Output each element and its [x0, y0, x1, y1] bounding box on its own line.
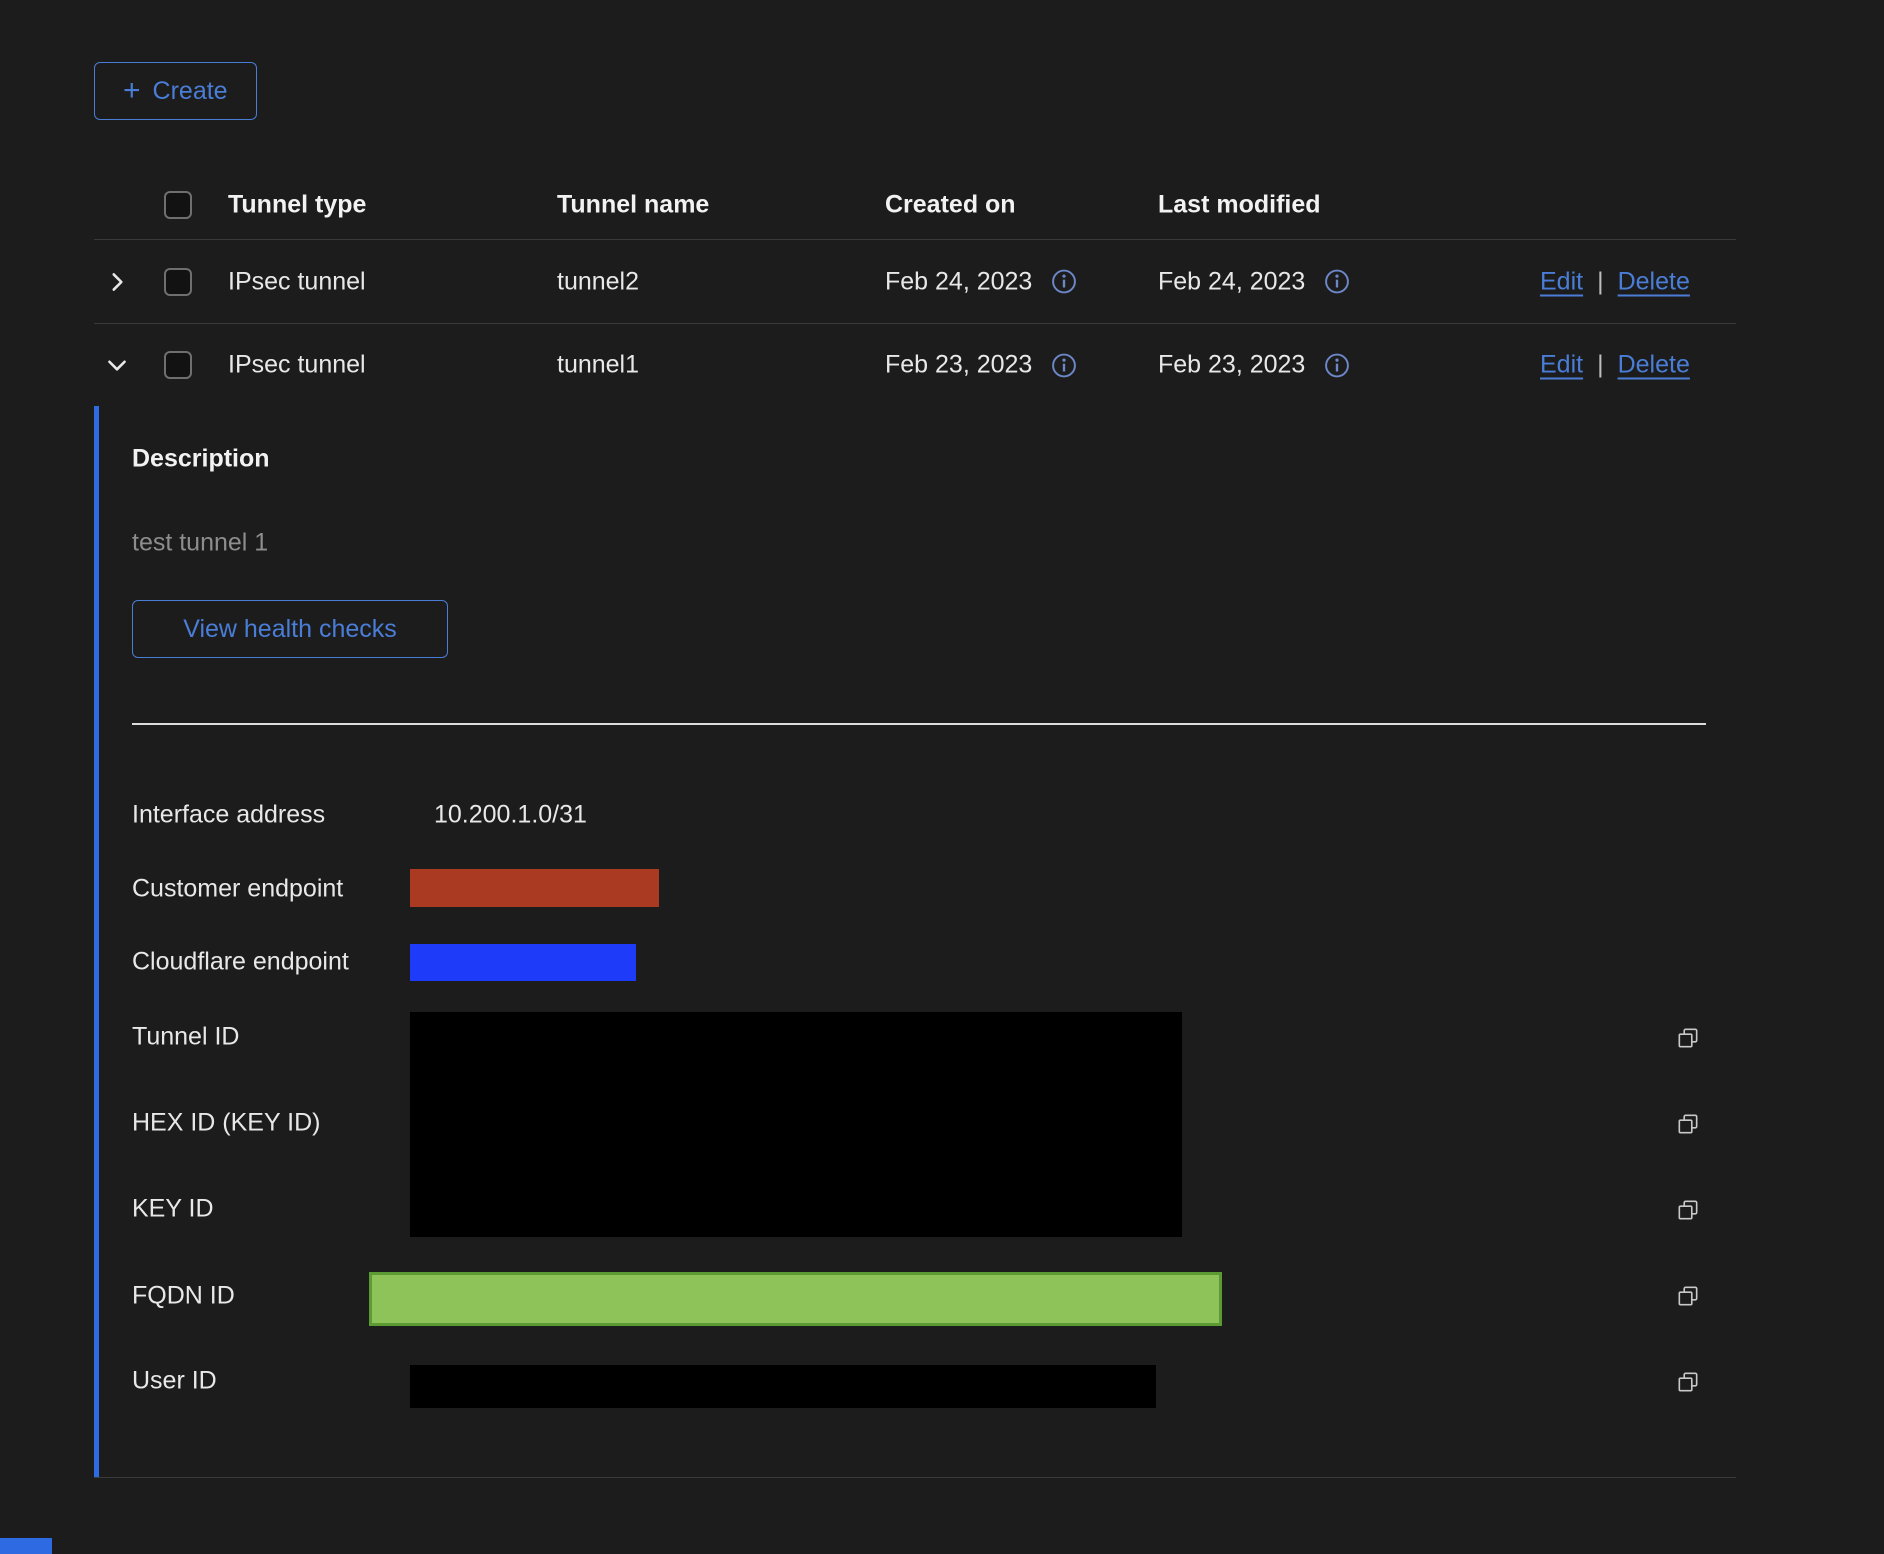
- view-health-checks-button[interactable]: View health checks: [132, 600, 448, 658]
- last-modified-text: Feb 23, 2023: [1158, 351, 1305, 380]
- table-row: IPsec tunnel tunnel2 Feb 24, 2023 Feb 24…: [94, 240, 1736, 324]
- created-on-cell: Feb 23, 2023: [885, 351, 1078, 380]
- column-header-last-modified: Last modified: [1158, 190, 1321, 219]
- copy-icon: [1675, 1111, 1701, 1137]
- user-id-label: User ID: [132, 1367, 217, 1396]
- key-id-label: KEY ID: [132, 1195, 214, 1224]
- column-header-tunnel-type: Tunnel type: [228, 190, 366, 219]
- copy-icon: [1675, 1197, 1701, 1223]
- section-divider: [132, 723, 1706, 725]
- interface-address-value: 10.200.1.0/31: [434, 801, 587, 830]
- row-checkbox[interactable]: [164, 351, 192, 379]
- column-header-created-on: Created on: [885, 190, 1016, 219]
- last-modified-text: Feb 24, 2023: [1158, 267, 1305, 296]
- info-icon[interactable]: [1323, 351, 1351, 379]
- tunnel-name-cell: tunnel2: [557, 267, 639, 296]
- tunnel-name-cell: tunnel1: [557, 351, 639, 380]
- copy-icon: [1675, 1283, 1701, 1309]
- info-icon[interactable]: [1050, 351, 1078, 379]
- column-header-tunnel-name: Tunnel name: [557, 190, 709, 219]
- customer-endpoint-redacted-value: [410, 869, 659, 907]
- copy-icon: [1675, 1025, 1701, 1051]
- copy-tunnel-id-button[interactable]: [1672, 1022, 1704, 1054]
- create-button-label: Create: [153, 77, 228, 106]
- delete-link[interactable]: Delete: [1618, 267, 1690, 296]
- description-label: Description: [132, 445, 270, 474]
- interface-address-label: Interface address: [132, 801, 325, 830]
- info-icon[interactable]: [1323, 268, 1351, 296]
- created-on-text: Feb 23, 2023: [885, 351, 1032, 380]
- copy-icon: [1675, 1369, 1701, 1395]
- chevron-right-icon: [104, 269, 130, 295]
- copy-key-id-button[interactable]: [1672, 1194, 1704, 1226]
- row-actions: Edit | Delete: [1540, 267, 1690, 296]
- expanded-tunnel-panel: Description test tunnel 1 View health ch…: [94, 406, 1736, 1478]
- copy-user-id-button[interactable]: [1672, 1366, 1704, 1398]
- fqdn-id-redacted-value: [369, 1272, 1222, 1326]
- row-checkbox[interactable]: [164, 268, 192, 296]
- actions-separator: |: [1597, 267, 1604, 296]
- created-on-cell: Feb 24, 2023: [885, 267, 1078, 296]
- tunnel-ids-redacted-block: [410, 1012, 1182, 1237]
- created-on-text: Feb 24, 2023: [885, 267, 1032, 296]
- plus-icon: +: [123, 76, 141, 106]
- chevron-down-icon: [104, 352, 130, 378]
- customer-endpoint-label: Customer endpoint: [132, 875, 343, 904]
- tunnel-type-cell: IPsec tunnel: [228, 267, 366, 296]
- edit-link[interactable]: Edit: [1540, 351, 1583, 380]
- cloudflare-endpoint-label: Cloudflare endpoint: [132, 948, 349, 977]
- collapse-row-button[interactable]: [100, 348, 134, 382]
- copy-fqdn-id-button[interactable]: [1672, 1280, 1704, 1312]
- description-value: test tunnel 1: [132, 529, 268, 558]
- edit-link[interactable]: Edit: [1540, 267, 1583, 296]
- delete-link[interactable]: Delete: [1618, 351, 1690, 380]
- tunnels-table: Tunnel type Tunnel name Created on Last …: [94, 170, 1736, 1478]
- user-id-redacted-value: [410, 1365, 1156, 1408]
- table-row: IPsec tunnel tunnel1 Feb 23, 2023 Feb 23…: [94, 324, 1736, 406]
- row-actions: Edit | Delete: [1540, 351, 1690, 380]
- table-header-row: Tunnel type Tunnel name Created on Last …: [94, 170, 1736, 240]
- cloudflare-endpoint-redacted-value: [410, 944, 636, 981]
- last-modified-cell: Feb 24, 2023: [1158, 267, 1351, 296]
- select-all-checkbox[interactable]: [164, 191, 192, 219]
- copy-hex-id-button[interactable]: [1672, 1108, 1704, 1140]
- tunnel-type-cell: IPsec tunnel: [228, 351, 366, 380]
- expand-row-button[interactable]: [100, 265, 134, 299]
- footer-accent-bar: [0, 1538, 52, 1554]
- panel-accent-bar: [94, 406, 99, 1477]
- hex-id-label: HEX ID (KEY ID): [132, 1109, 320, 1138]
- actions-separator: |: [1597, 351, 1604, 380]
- last-modified-cell: Feb 23, 2023: [1158, 351, 1351, 380]
- info-icon[interactable]: [1050, 268, 1078, 296]
- fqdn-id-label: FQDN ID: [132, 1282, 235, 1311]
- create-button[interactable]: + Create: [94, 62, 257, 120]
- tunnel-id-label: Tunnel ID: [132, 1023, 239, 1052]
